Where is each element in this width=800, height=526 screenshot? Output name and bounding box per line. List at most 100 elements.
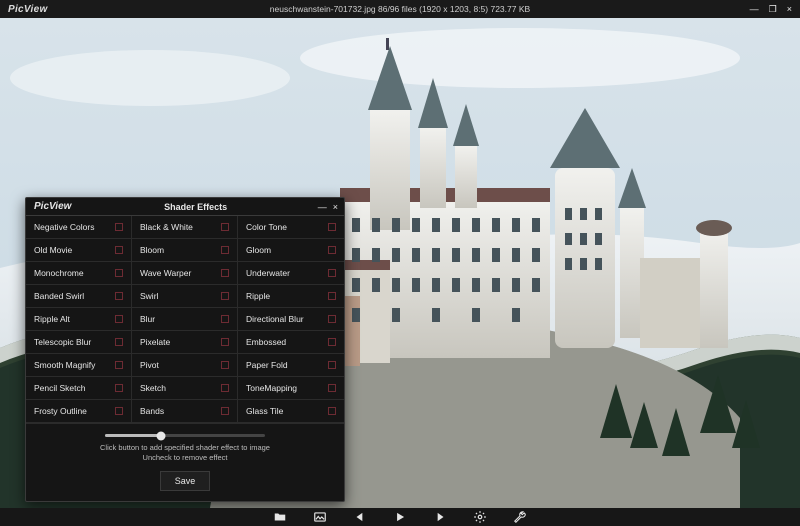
effect-monochrome[interactable]: Monochrome [26, 262, 132, 285]
effect-pencil-sketch[interactable]: Pencil Sketch [26, 377, 132, 400]
effect-label: Embossed [246, 337, 286, 347]
effect-embossed[interactable]: Embossed [238, 331, 344, 354]
effect-checkbox[interactable] [115, 269, 123, 277]
save-button[interactable]: Save [160, 471, 211, 491]
effect-ripple[interactable]: Ripple [238, 285, 344, 308]
effect-checkbox[interactable] [328, 269, 336, 277]
app-brand: PicView [0, 4, 56, 15]
effect-checkbox[interactable] [115, 315, 123, 323]
effect-glass-tile[interactable]: Glass Tile [238, 400, 344, 423]
effect-ripple-alt[interactable]: Ripple Alt [26, 308, 132, 331]
play-button[interactable] [391, 510, 409, 524]
effect-label: Banded Swirl [34, 291, 84, 301]
effect-checkbox[interactable] [328, 361, 336, 369]
effect-negative-colors[interactable]: Negative Colors [26, 216, 132, 239]
panel-minimize-button[interactable]: — [318, 202, 327, 212]
effect-checkbox[interactable] [115, 361, 123, 369]
effect-checkbox[interactable] [221, 407, 229, 415]
effect-underwater[interactable]: Underwater [238, 262, 344, 285]
tools-button[interactable] [511, 510, 529, 524]
restore-button[interactable]: ❐ [769, 4, 777, 15]
effect-checkbox[interactable] [115, 384, 123, 392]
effect-checkbox[interactable] [115, 338, 123, 346]
prev-button[interactable] [351, 510, 369, 524]
effects-grid: Negative Colors Black & White Color Tone Ol… [26, 216, 344, 423]
effect-checkbox[interactable] [221, 384, 229, 392]
settings-button[interactable] [471, 510, 489, 524]
effect-checkbox[interactable] [221, 246, 229, 254]
effect-directional-blur[interactable]: Directional Blur [238, 308, 344, 331]
effect-pixelate[interactable]: Pixelate [132, 331, 238, 354]
effect-checkbox[interactable] [115, 292, 123, 300]
effect-old-movie[interactable]: Old Movie [26, 239, 132, 262]
effect-bands[interactable]: Bands [132, 400, 238, 423]
next-icon [433, 510, 447, 524]
effect-sketch[interactable]: Sketch [132, 377, 238, 400]
effect-label: Frosty Outline [34, 406, 87, 416]
effect-label: Bloom [140, 245, 164, 255]
effect-label: Paper Fold [246, 360, 288, 370]
effect-checkbox[interactable] [221, 361, 229, 369]
effect-checkbox[interactable] [328, 338, 336, 346]
effect-checkbox[interactable] [328, 246, 336, 254]
panel-close-button[interactable]: × [333, 202, 338, 212]
effect-checkbox[interactable] [221, 223, 229, 231]
effect-checkbox[interactable] [115, 246, 123, 254]
shader-effects-panel[interactable]: PicView Shader Effects — × Negative Colo… [25, 197, 345, 502]
effect-pivot[interactable]: Pivot [132, 354, 238, 377]
gear-icon [473, 510, 487, 524]
effect-label: Ripple [246, 291, 270, 301]
effect-checkbox[interactable] [328, 407, 336, 415]
gallery-icon [313, 510, 327, 524]
effect-checkbox[interactable] [221, 338, 229, 346]
effect-paper-fold[interactable]: Paper Fold [238, 354, 344, 377]
minimize-button[interactable]: — [750, 4, 759, 15]
effect-checkbox[interactable] [328, 384, 336, 392]
open-file-button[interactable] [271, 510, 289, 524]
effect-tonemapping[interactable]: ToneMapping [238, 377, 344, 400]
effect-banded-swirl[interactable]: Banded Swirl [26, 285, 132, 308]
effect-label: Glass Tile [246, 406, 283, 416]
effect-telescopic-blur[interactable]: Telescopic Blur [26, 331, 132, 354]
effect-checkbox[interactable] [328, 292, 336, 300]
panel-controls: — × [312, 202, 344, 212]
effect-label: Smooth Magnify [34, 360, 95, 370]
titlebar-filename: neuschwanstein-701732.jpg 86/96 files (1… [0, 4, 800, 14]
gallery-button[interactable] [311, 510, 329, 524]
effect-label: ToneMapping [246, 383, 297, 393]
effect-checkbox[interactable] [115, 407, 123, 415]
effect-checkbox[interactable] [221, 269, 229, 277]
effect-checkbox[interactable] [221, 292, 229, 300]
effect-label: Directional Blur [246, 314, 304, 324]
effect-blur[interactable]: Blur [132, 308, 238, 331]
effect-gloom[interactable]: Gloom [238, 239, 344, 262]
titlebar[interactable]: PicView neuschwanstein-701732.jpg 86/96 … [0, 0, 800, 18]
folder-icon [273, 510, 287, 524]
effect-smooth-magnify[interactable]: Smooth Magnify [26, 354, 132, 377]
effect-frosty-outline[interactable]: Frosty Outline [26, 400, 132, 423]
effect-label: Color Tone [246, 222, 287, 232]
effect-black-white[interactable]: Black & White [132, 216, 238, 239]
effect-checkbox[interactable] [115, 223, 123, 231]
effect-label: Black & White [140, 222, 193, 232]
close-button[interactable]: × [787, 4, 792, 15]
effect-checkbox[interactable] [328, 315, 336, 323]
effect-checkbox[interactable] [328, 223, 336, 231]
panel-title: Shader Effects [79, 202, 311, 212]
effect-checkbox[interactable] [221, 315, 229, 323]
panel-help-text: Click button to add specified shader eff… [36, 443, 334, 463]
panel-footer: Click button to add specified shader eff… [26, 423, 344, 501]
window-controls: — ❐ × [742, 4, 800, 15]
effect-label: Ripple Alt [34, 314, 70, 324]
prev-icon [353, 510, 367, 524]
effect-label: Wave Warper [140, 268, 191, 278]
effect-intensity-slider[interactable] [36, 432, 334, 443]
effect-label: Underwater [246, 268, 290, 278]
effect-bloom[interactable]: Bloom [132, 239, 238, 262]
app-root: PicView neuschwanstein-701732.jpg 86/96 … [0, 0, 800, 526]
effect-color-tone[interactable]: Color Tone [238, 216, 344, 239]
next-button[interactable] [431, 510, 449, 524]
panel-header[interactable]: PicView Shader Effects — × [26, 198, 344, 216]
effect-swirl[interactable]: Swirl [132, 285, 238, 308]
effect-wave-warper[interactable]: Wave Warper [132, 262, 238, 285]
